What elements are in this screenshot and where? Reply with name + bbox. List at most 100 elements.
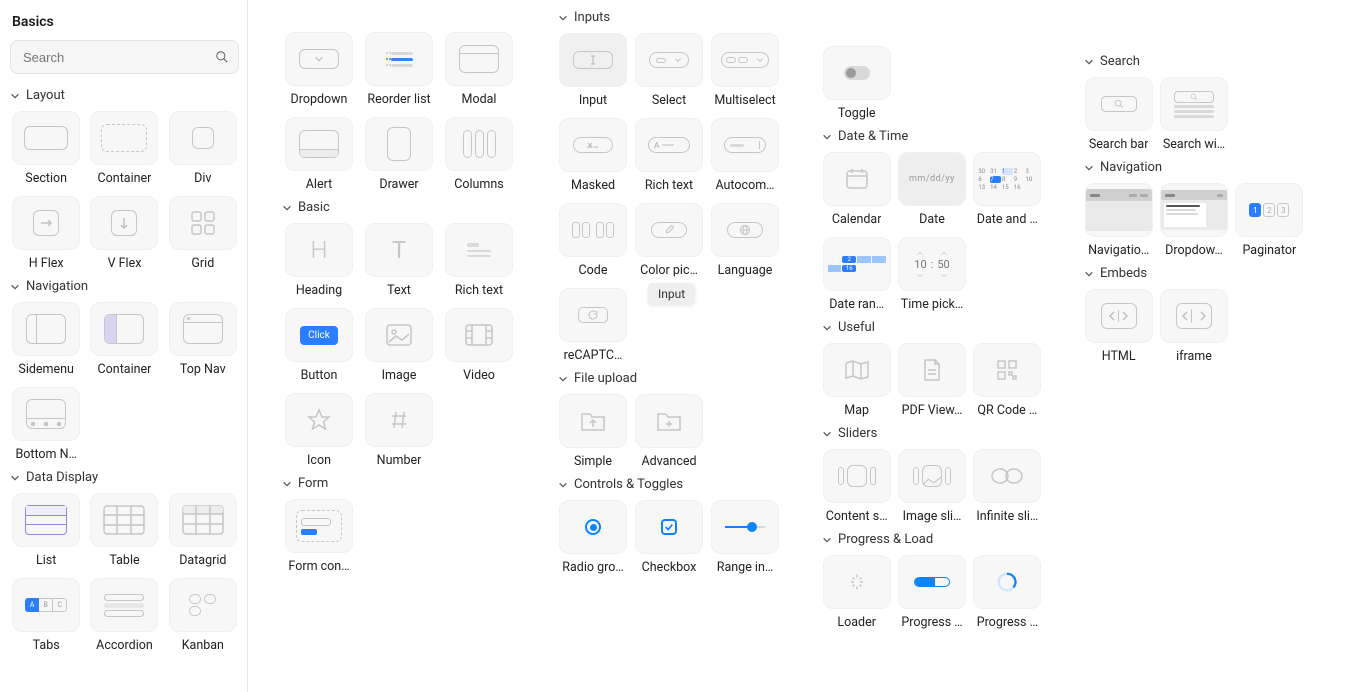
section-header-navigation[interactable]: Navigation [10, 279, 239, 294]
panel-title: Basics [12, 14, 239, 30]
component-date[interactable]: mm/dd/yyDate [897, 152, 966, 227]
component-search-bar[interactable]: Search bar [1084, 77, 1153, 152]
component-text[interactable]: TText [362, 223, 436, 298]
component-section[interactable]: Section [10, 111, 82, 186]
component-radio-group[interactable]: Radio gro… [558, 500, 628, 575]
component-range-input[interactable]: Range in… [710, 500, 780, 575]
component-video[interactable]: Video [442, 308, 516, 383]
component-kanban[interactable]: Kanban [167, 578, 239, 653]
component-code[interactable]: Code [558, 203, 628, 278]
component-iframe[interactable]: iframe [1159, 289, 1228, 364]
section-header-date-time[interactable]: Date & Time [822, 129, 1042, 144]
section-title: Basic [298, 200, 330, 215]
section-header-basic[interactable]: Basic [282, 200, 516, 215]
panel-column-4: Toggle Date & Time Calendar mm/dd/yyDate… [812, 0, 1050, 692]
component-infinite-slider[interactable]: Infinite sli… [973, 449, 1042, 524]
component-h-flex[interactable]: H Flex [10, 196, 82, 271]
component-time-picker[interactable]: 10:50Time pick… [897, 237, 966, 312]
component-dropdown[interactable]: Dropdown [282, 32, 356, 107]
section-header-navigation2[interactable]: Navigation [1084, 160, 1304, 175]
chevron-down-icon [282, 203, 292, 213]
component-drawer[interactable]: Drawer [362, 117, 436, 192]
search-input[interactable] [10, 40, 239, 74]
component-v-flex[interactable]: V Flex [88, 196, 160, 271]
component-masked[interactable]: Masked [558, 118, 628, 193]
component-image[interactable]: Image [362, 308, 436, 383]
component-reorder-list[interactable]: Reorder list [362, 32, 436, 107]
component-upload-simple[interactable]: Simple [558, 394, 628, 469]
component-date-range[interactable]: 216Date ran… [822, 237, 891, 312]
section-title: File upload [574, 371, 637, 386]
component-progress-bar[interactable]: Progress … [897, 555, 966, 630]
chevron-down-icon [822, 535, 832, 545]
panel-column-2: Dropdown Reorder list Modal Alert Drawer… [272, 0, 524, 692]
component-html[interactable]: HTML [1084, 289, 1153, 364]
section-header-layout[interactable]: Layout [10, 88, 239, 103]
component-div[interactable]: Div [167, 111, 239, 186]
component-content-slider[interactable]: Content s… [822, 449, 891, 524]
component-autocomplete[interactable]: Autocom… [710, 118, 780, 193]
component-image-slider[interactable]: Image sli… [897, 449, 966, 524]
section-header-useful[interactable]: Useful [822, 320, 1042, 335]
component-sidemenu[interactable]: Sidemenu [10, 302, 82, 377]
component-language[interactable]: Language [710, 203, 780, 278]
component-recaptcha[interactable]: reCAPTC… [558, 288, 628, 363]
chevron-down-icon [10, 473, 20, 483]
component-form-container[interactable]: Form con… [282, 499, 356, 574]
component-number[interactable]: Number [362, 393, 436, 468]
component-rich-text-input[interactable]: ARich text [634, 118, 704, 193]
section-title: Controls & Toggles [574, 477, 683, 492]
component-button[interactable]: ClickButton [282, 308, 356, 383]
component-color-picker[interactable]: Color pic… [634, 203, 704, 278]
component-nav-container[interactable]: Container [88, 302, 160, 377]
section-header-sliders[interactable]: Sliders [822, 426, 1042, 441]
section-header-form[interactable]: Form [282, 476, 516, 491]
section-basic-grid: HHeading TText Rich text ClickButton Ima… [282, 223, 516, 468]
component-grid[interactable]: Grid [167, 196, 239, 271]
component-navigation-bar[interactable]: Navigatio… [1084, 183, 1153, 258]
component-map[interactable]: Map [822, 343, 891, 418]
component-pdf-viewer[interactable]: PDF View… [897, 343, 966, 418]
component-multiselect[interactable]: Multiselect [710, 33, 780, 108]
section-header-search[interactable]: Search [1084, 54, 1304, 69]
section-header-file-upload[interactable]: File upload [558, 371, 780, 386]
section-title: Layout [26, 88, 65, 103]
component-progress-circle[interactable]: Progress … [973, 555, 1042, 630]
component-upload-advanced[interactable]: Advanced [634, 394, 704, 469]
component-datagrid[interactable]: Datagrid [167, 493, 239, 568]
component-modal[interactable]: Modal [442, 32, 516, 107]
section-header-inputs[interactable]: Inputs [558, 10, 780, 25]
component-table[interactable]: Table [88, 493, 160, 568]
component-toggle[interactable]: Toggle [822, 46, 891, 121]
section-col2-top-grid: Dropdown Reorder list Modal Alert Drawer… [282, 32, 516, 192]
section-header-data-display[interactable]: Data Display [10, 470, 239, 485]
component-date-and-time[interactable]: 303112367891013141516Date and … [973, 152, 1042, 227]
component-search-with[interactable]: Search wi… [1159, 77, 1228, 152]
component-list[interactable]: List [10, 493, 82, 568]
component-alert[interactable]: Alert [282, 117, 356, 192]
chevron-down-icon [1084, 269, 1094, 279]
component-input[interactable]: Input [558, 33, 628, 108]
component-top-nav[interactable]: Top Nav [167, 302, 239, 377]
section-header-controls-toggles[interactable]: Controls & Toggles [558, 477, 780, 492]
component-bottom-nav[interactable]: Bottom N… [10, 387, 82, 462]
component-checkbox[interactable]: Checkbox [634, 500, 704, 575]
chevron-down-icon [10, 282, 20, 292]
search-icon [215, 50, 229, 64]
component-qr-code[interactable]: QR Code … [973, 343, 1042, 418]
component-paginator[interactable]: 123Paginator [1235, 183, 1304, 258]
component-loader[interactable]: Loader [822, 555, 891, 630]
component-heading[interactable]: HHeading [282, 223, 356, 298]
component-columns[interactable]: Columns [442, 117, 516, 192]
section-data-display-grid: List Table Datagrid ABCTabs Accordion Ka… [10, 493, 239, 653]
section-header-progress-load[interactable]: Progress & Load [822, 532, 1042, 547]
component-calendar[interactable]: Calendar [822, 152, 891, 227]
component-accordion[interactable]: Accordion [88, 578, 160, 653]
component-icon[interactable]: Icon [282, 393, 356, 468]
component-nav-dropdown[interactable]: Dropdow… [1159, 183, 1228, 258]
component-tabs[interactable]: ABCTabs [10, 578, 82, 653]
section-header-embeds[interactable]: Embeds [1084, 266, 1304, 281]
component-select[interactable]: Select [634, 33, 704, 108]
component-container[interactable]: Container [88, 111, 160, 186]
component-rich-text[interactable]: Rich text [442, 223, 516, 298]
